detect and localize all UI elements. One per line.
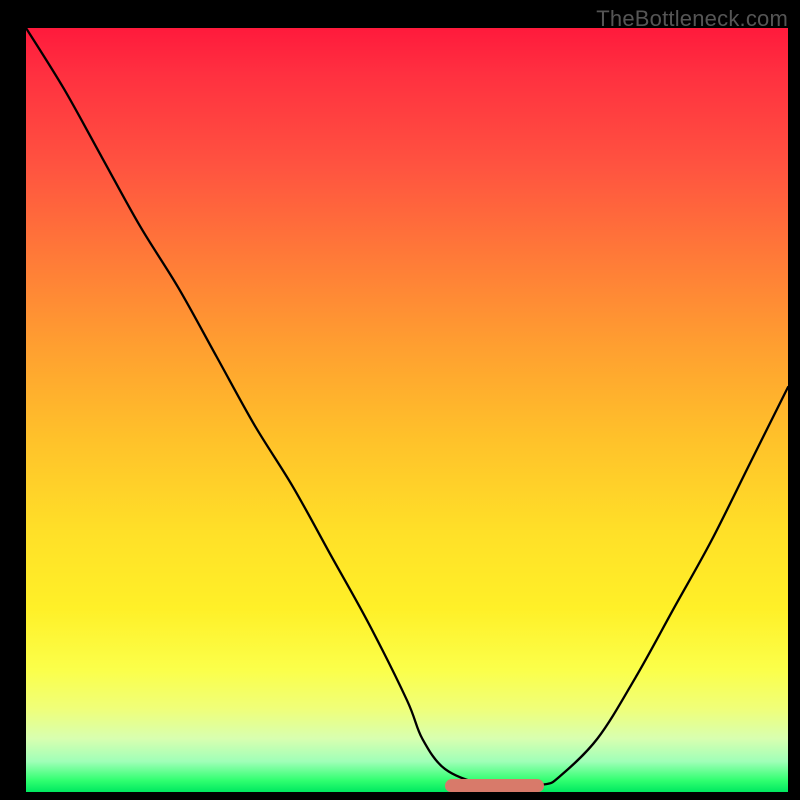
chart-area	[26, 28, 788, 792]
chart-svg	[26, 28, 788, 792]
bottleneck-curve	[26, 28, 788, 786]
optimal-range-marker	[445, 779, 544, 792]
watermark-text: TheBottleneck.com	[596, 6, 788, 32]
